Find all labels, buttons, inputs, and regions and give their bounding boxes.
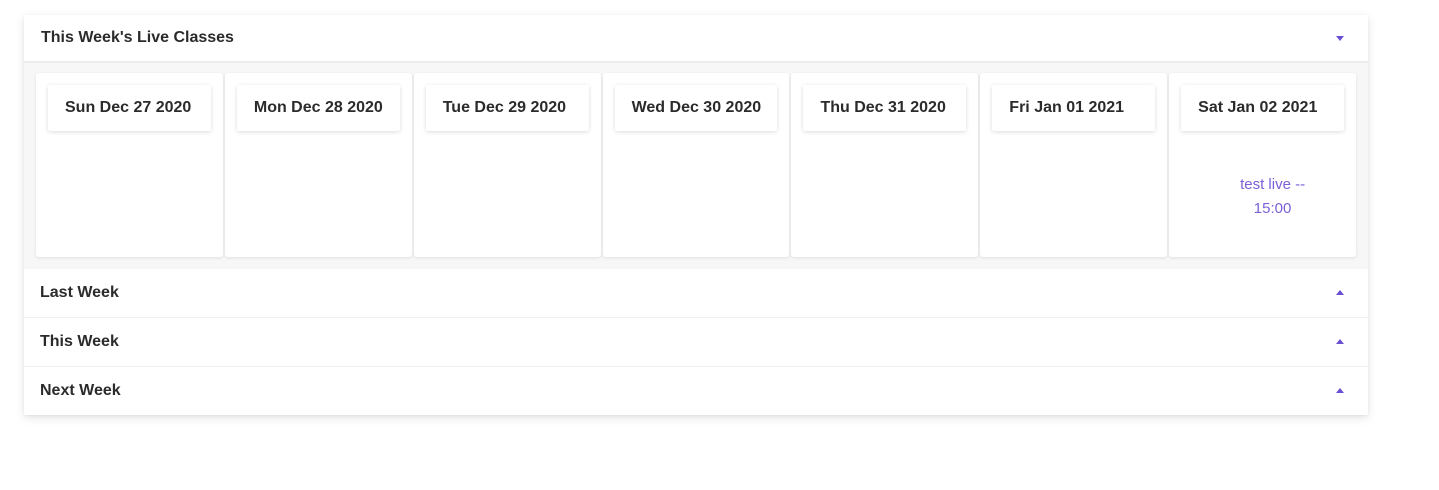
day-header: Sun Dec 27 2020 [48,85,211,131]
chevron-up-icon[interactable] [1336,290,1344,295]
day-header: Thu Dec 31 2020 [803,85,967,131]
chevron-down-icon[interactable] [1336,36,1344,41]
next-week-title: Next Week [40,382,121,399]
day-card: Sun Dec 27 2020 [36,73,223,257]
day-header: Wed Dec 30 2020 [614,85,778,131]
day-card: Mon Dec 28 2020 [224,73,412,257]
chevron-up-icon[interactable] [1336,339,1344,344]
day-header: Mon Dec 28 2020 [236,85,400,131]
last-week-title: Last Week [40,284,119,301]
day-card: Thu Dec 31 2020 [791,73,979,257]
live-class-event-link[interactable]: test live -- 15:00 [1228,173,1318,221]
next-week-panel-header[interactable]: Next Week [24,367,1368,415]
last-week-panel-header[interactable]: Last Week [24,269,1368,317]
day-header: Tue Dec 29 2020 [425,85,589,131]
week-days-row: Sun Dec 27 2020 Mon Dec 28 2020 Tue Dec … [36,73,1357,257]
chevron-up-icon[interactable] [1336,388,1344,393]
day-card: Sat Jan 02 2021 test live -- 15:00 [1169,73,1357,257]
day-events: test live -- 15:00 [1181,173,1344,221]
day-card: Fri Jan 01 2021 [980,73,1168,257]
classes-accordion: This Week's Live Classes Sun Dec 27 2020… [24,15,1368,415]
live-classes-panel-body: Sun Dec 27 2020 Mon Dec 28 2020 Tue Dec … [24,63,1368,269]
this-week-panel-header[interactable]: This Week [24,318,1368,366]
day-header: Sat Jan 02 2021 [1181,85,1345,131]
day-card: Tue Dec 29 2020 [413,73,601,257]
this-week-title: This Week [40,333,119,350]
day-header: Fri Jan 01 2021 [992,85,1156,131]
live-classes-title: This Week's Live Classes [41,29,234,46]
live-classes-panel-header[interactable]: This Week's Live Classes [24,15,1368,63]
day-card: Wed Dec 30 2020 [602,73,790,257]
